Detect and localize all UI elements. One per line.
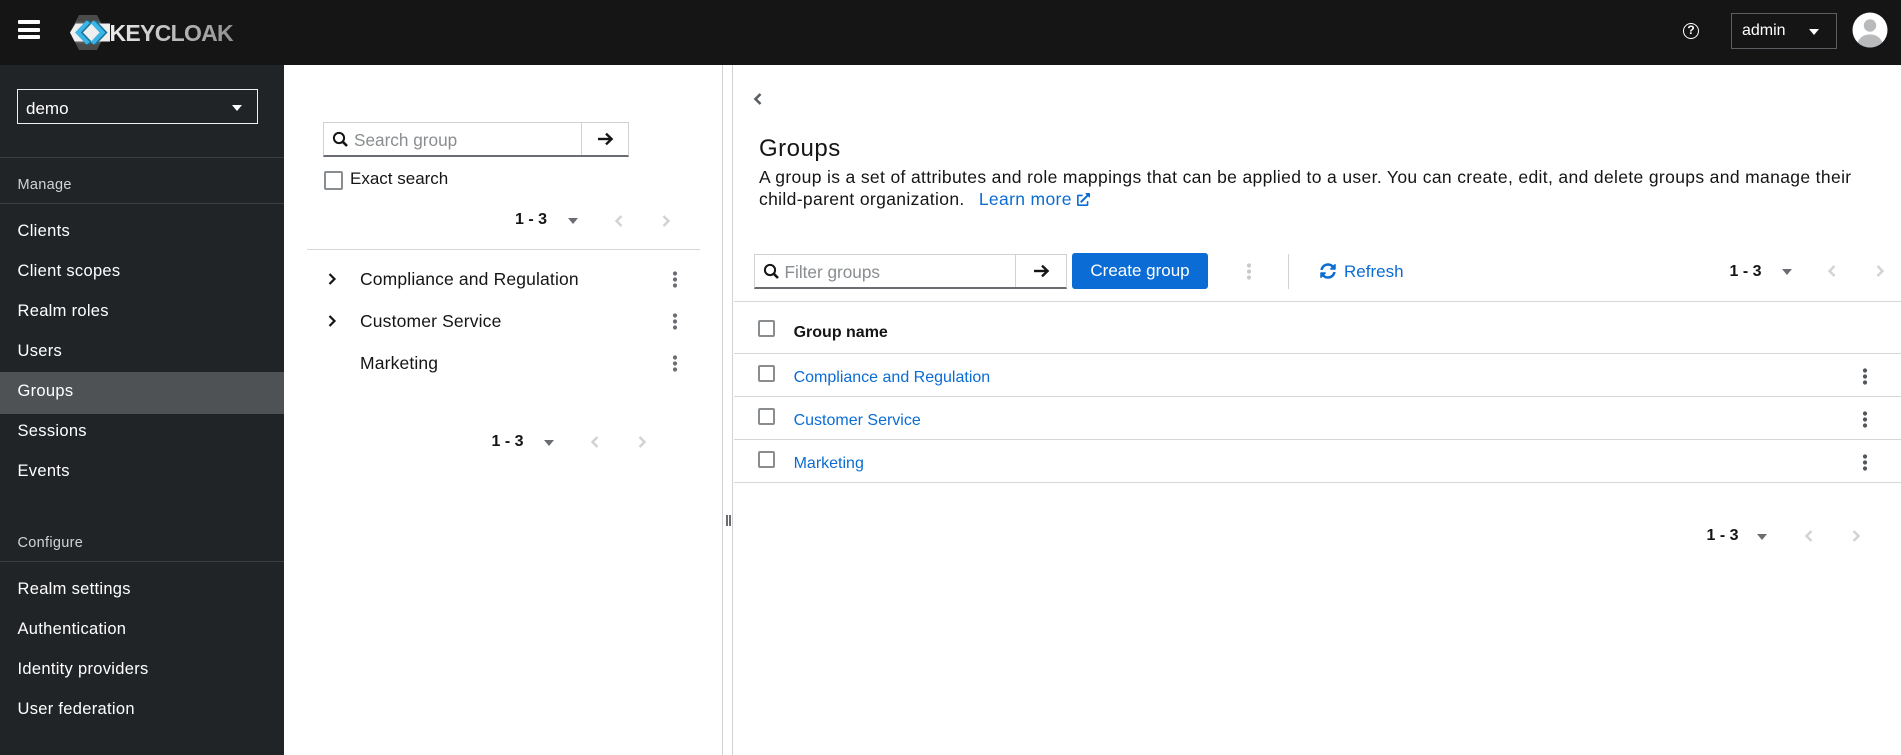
svg-text:KEYCLOAK: KEYCLOAK xyxy=(110,20,235,46)
